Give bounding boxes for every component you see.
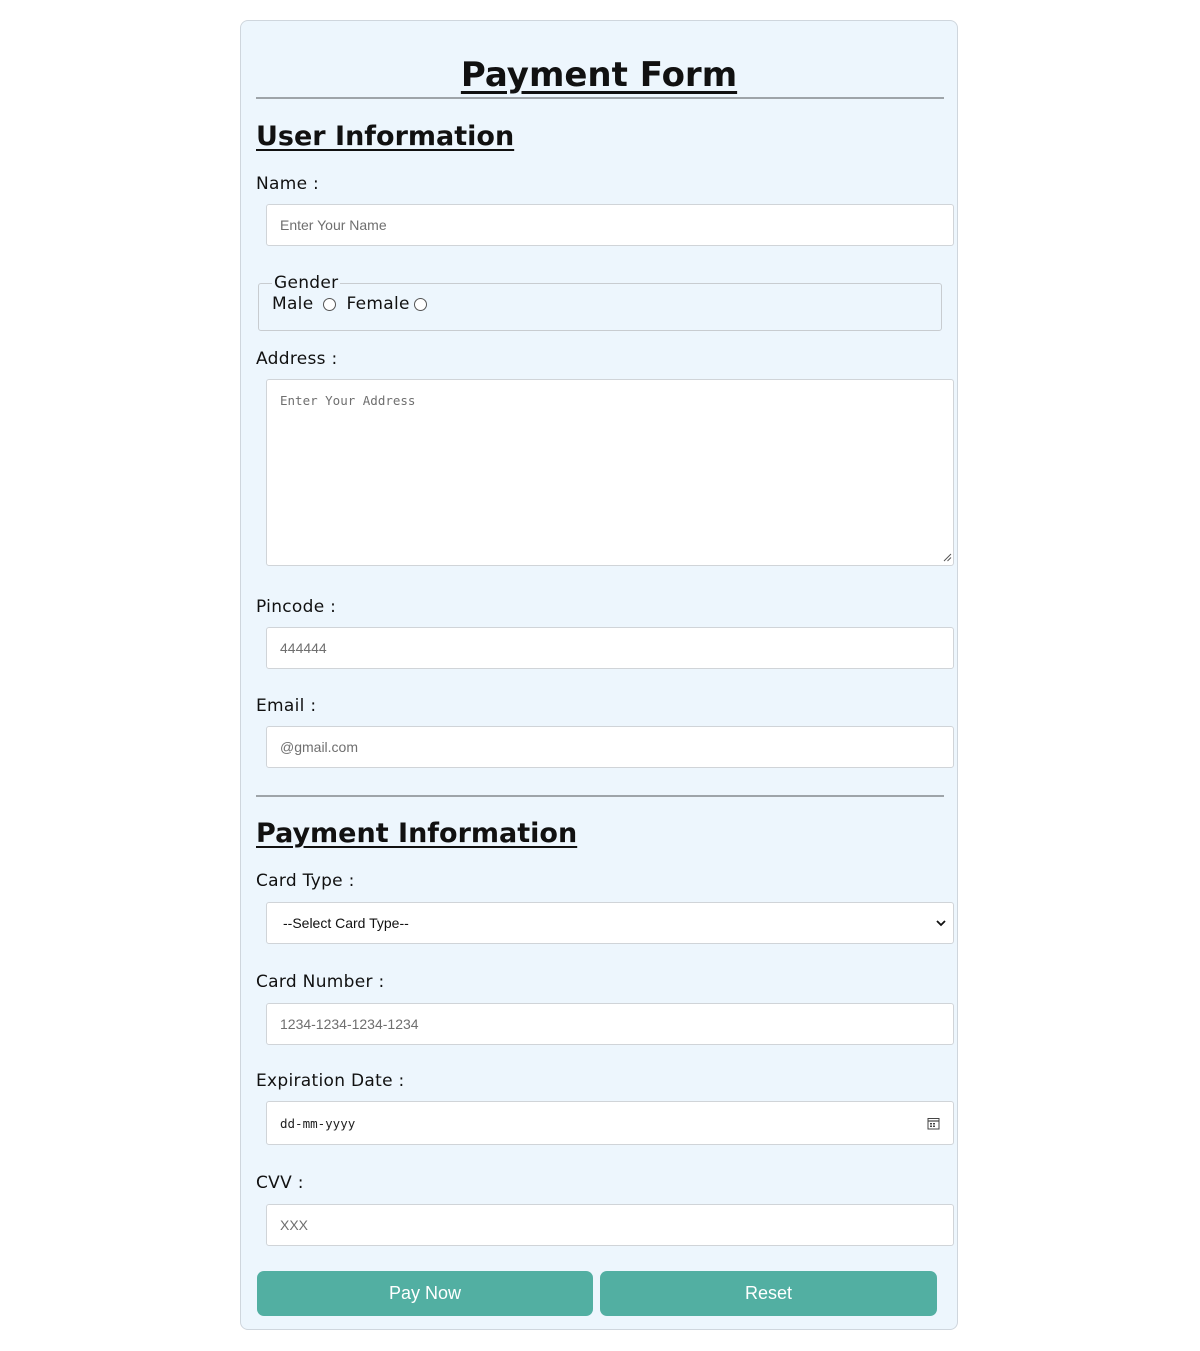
cvv-input[interactable] (266, 1204, 954, 1246)
gender-fieldset: Gender Male Female (258, 273, 942, 331)
divider-middle (256, 795, 944, 797)
card-type-select[interactable]: --Select Card Type-- (266, 902, 954, 944)
gender-female-radio[interactable] (413, 297, 427, 311)
user-information-heading: User Information (256, 121, 515, 152)
email-input[interactable] (266, 726, 954, 768)
pincode-label: Pincode : (256, 597, 337, 617)
gender-option-male-label: Male (272, 294, 314, 314)
email-label: Email : (256, 696, 317, 716)
resize-grip-icon[interactable] (943, 553, 952, 562)
address-field-wrap (241, 379, 957, 566)
payment-information-heading: Payment Information (256, 818, 578, 849)
divider-top (256, 97, 944, 99)
payment-form-card: Payment Form User Information Name : Gen… (240, 20, 958, 1330)
gender-legend: Gender (274, 273, 339, 293)
card-number-label: Card Number : (256, 972, 385, 992)
address-textarea[interactable] (266, 379, 954, 566)
card-type-label: Card Type : (256, 871, 355, 891)
chevron-down-icon (936, 920, 946, 927)
expiration-date-placeholder: dd-mm-yyyy (280, 1115, 356, 1131)
pay-now-button[interactable]: Pay Now (257, 1271, 593, 1316)
gender-male-radio[interactable] (323, 297, 337, 311)
expiration-date-input[interactable]: dd-mm-yyyy (266, 1101, 954, 1145)
page-title: Payment Form (460, 55, 738, 95)
card-type-selected-value: --Select Card Type-- (283, 915, 409, 931)
card-number-input[interactable] (266, 1003, 954, 1045)
expiration-date-label: Expiration Date : (256, 1071, 405, 1091)
calendar-icon[interactable] (927, 1117, 940, 1130)
reset-button[interactable]: Reset (600, 1271, 937, 1316)
name-label: Name : (256, 174, 320, 194)
cvv-label: CVV : (256, 1173, 304, 1193)
name-input[interactable] (266, 204, 954, 246)
address-label: Address : (256, 349, 338, 369)
gender-option-female-label: Female (346, 294, 410, 314)
pincode-input[interactable] (266, 627, 954, 669)
